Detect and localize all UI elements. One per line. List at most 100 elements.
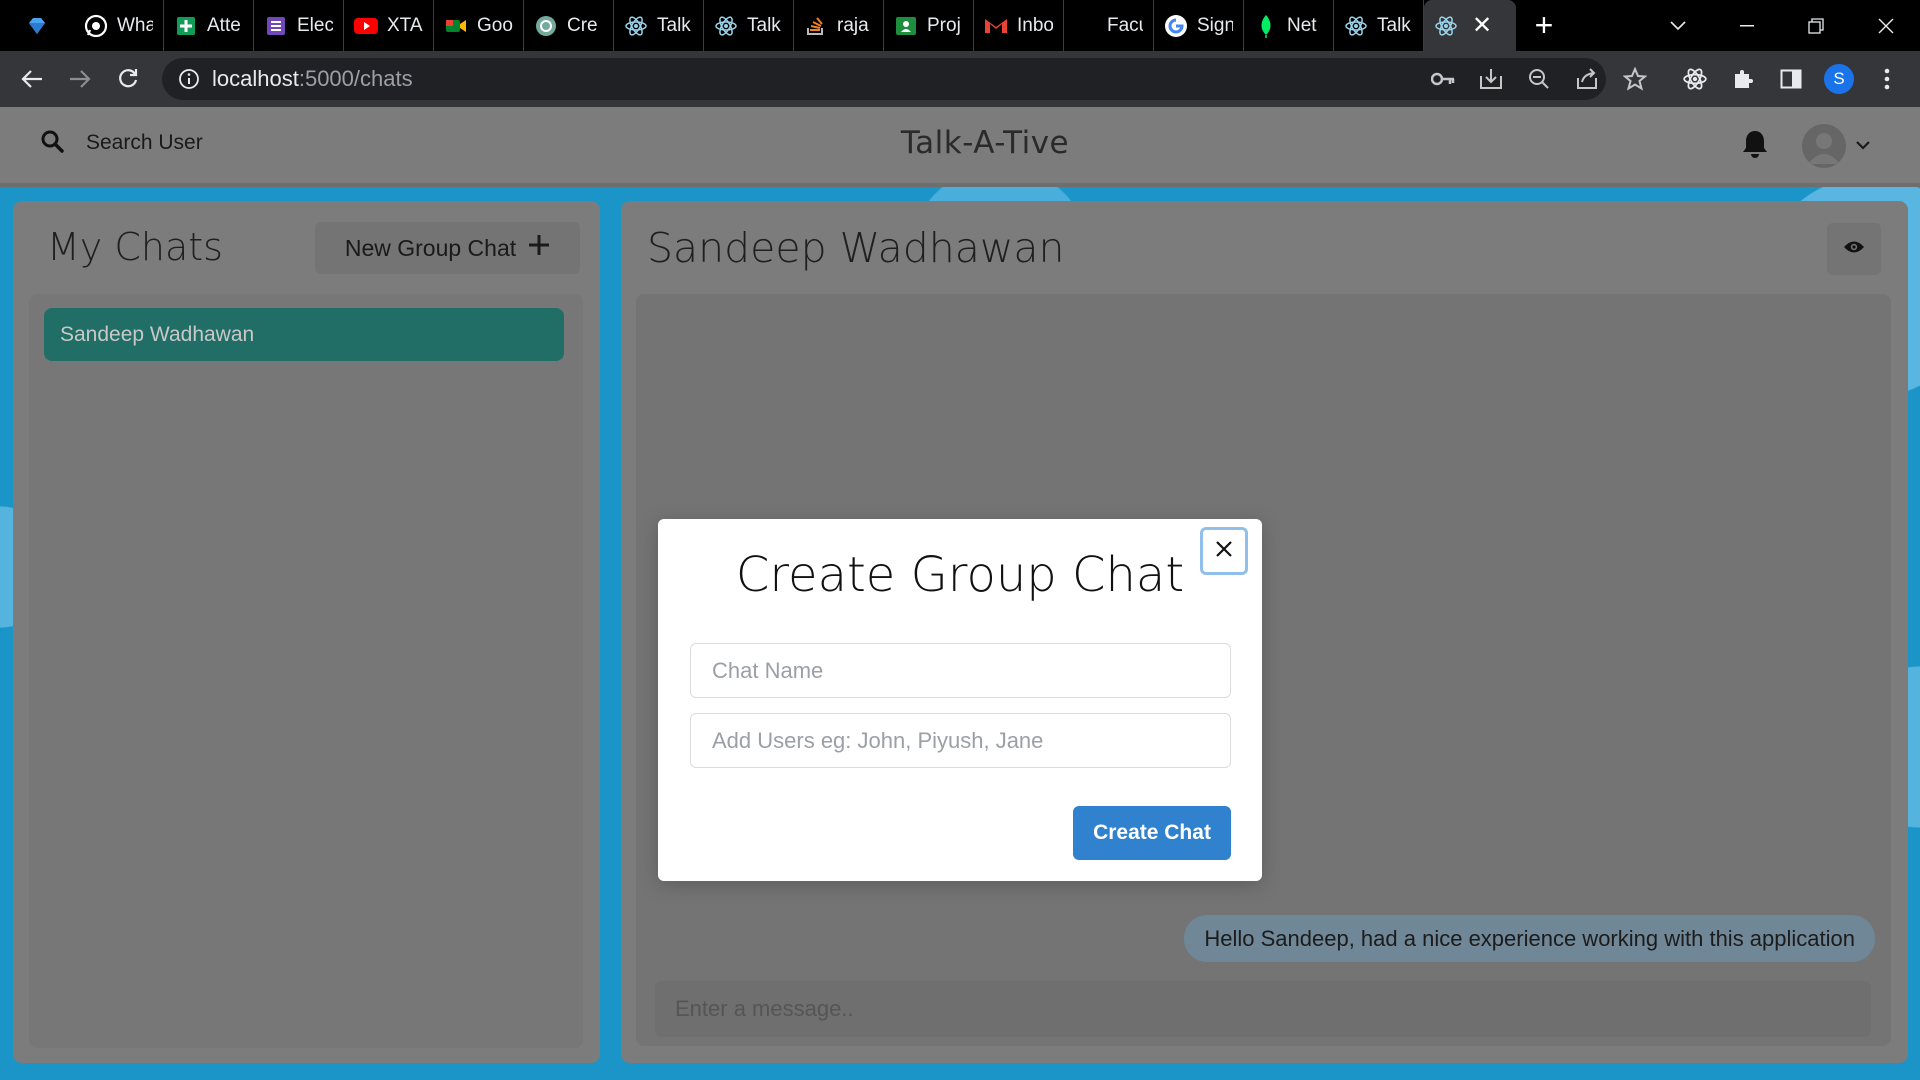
- my-chats-title: My Chats: [47, 225, 223, 269]
- browser-toolbar: localhost:5000/chats S: [0, 51, 1920, 107]
- chat-list: Sandeep Wadhawan: [29, 294, 583, 1048]
- browser-tab[interactable]: Talk: [614, 0, 704, 51]
- bookmark-star-icon[interactable]: [1619, 63, 1651, 95]
- tab-title: Talk: [1377, 14, 1411, 36]
- browser-tab[interactable]: raja: [794, 0, 884, 51]
- modal-close-button[interactable]: [1200, 527, 1248, 575]
- url-text: localhost:5000/chats: [212, 66, 413, 92]
- whatsapp-icon: [84, 14, 108, 38]
- browser-tab[interactable]: Atte: [164, 0, 254, 51]
- chat-list-item[interactable]: Sandeep Wadhawan: [44, 308, 564, 361]
- new-group-chat-label: New Group Chat: [344, 234, 517, 261]
- classroom-icon: [894, 14, 918, 38]
- avatar: [1802, 124, 1846, 168]
- reload-icon[interactable]: [108, 59, 148, 99]
- browser-tab[interactable]: Talk: [1334, 0, 1424, 51]
- view-profile-button[interactable]: [1827, 223, 1881, 275]
- add-users-input[interactable]: [690, 713, 1231, 768]
- browser-tab[interactable]: Inbo: [974, 0, 1064, 51]
- zoom-out-icon[interactable]: [1523, 63, 1555, 95]
- site-info-icon[interactable]: [178, 68, 200, 90]
- chat-title: Sandeep Wadhawan: [647, 224, 1065, 272]
- message-bubble: Hello Sandeep, had a nice experience wor…: [1184, 915, 1875, 962]
- active-browser-tab[interactable]: ✕: [1424, 0, 1516, 51]
- address-bar[interactable]: localhost:5000/chats: [162, 58, 1606, 100]
- tab-title: Wha: [117, 14, 153, 36]
- tab-title: Facu: [1107, 14, 1143, 36]
- tab-search-icon[interactable]: [1648, 0, 1708, 51]
- extensions-icon[interactable]: [1727, 63, 1759, 95]
- restore-icon[interactable]: [1786, 0, 1846, 51]
- forms-icon: [264, 14, 288, 38]
- install-icon[interactable]: [1475, 63, 1507, 95]
- sheets-icon: [174, 14, 198, 38]
- url-host: localhost: [212, 66, 299, 91]
- browser-tab[interactable]: Goo: [434, 0, 524, 51]
- create-chat-button[interactable]: Create Chat: [1073, 806, 1231, 860]
- browser-tab[interactable]: Proj: [884, 0, 974, 51]
- modal-title: Create Group Chat: [735, 547, 1185, 603]
- tab-title: Net: [1287, 14, 1317, 36]
- side-panel-icon[interactable]: [1775, 63, 1807, 95]
- tab-title: Goo: [477, 14, 513, 36]
- react-icon: [1344, 14, 1368, 38]
- gmail-icon: [984, 14, 1008, 38]
- tab-title: Inbo: [1017, 14, 1053, 36]
- browser-tab[interactable]: [0, 0, 74, 51]
- youtube-icon: [354, 14, 378, 38]
- url-path: :5000/chats: [298, 66, 413, 91]
- back-icon[interactable]: [12, 59, 52, 99]
- eye-icon: [1843, 240, 1865, 259]
- tab-title: Talk: [747, 14, 781, 36]
- tab-strip: Wha Atte Elec XTA Goo Cre Talk Talk raja…: [0, 0, 1920, 51]
- mongodb-icon: [1254, 14, 1278, 38]
- browser-tab[interactable]: XTA: [344, 0, 434, 51]
- close-icon: [1215, 540, 1233, 563]
- browser-tab[interactable]: Facu: [1064, 0, 1154, 51]
- blank-icon: [1074, 14, 1098, 38]
- close-tab-icon[interactable]: ✕: [1472, 11, 1492, 40]
- meet-icon: [444, 14, 468, 38]
- new-group-chat-button[interactable]: New Group Chat: [315, 222, 580, 274]
- key-icon[interactable]: [1427, 63, 1459, 95]
- minimize-icon[interactable]: [1717, 0, 1777, 51]
- my-chats-panel: My Chats New Group Chat Sandeep Wadhawan: [13, 201, 600, 1063]
- tab-title: raja: [837, 14, 869, 36]
- tab-title: Atte: [207, 14, 241, 36]
- profile-avatar[interactable]: S: [1823, 63, 1855, 95]
- browser-tab[interactable]: Net: [1244, 0, 1334, 51]
- forward-icon[interactable]: [60, 59, 100, 99]
- notification-bell-icon[interactable]: [1741, 129, 1771, 161]
- browser-tab[interactable]: Sign: [1154, 0, 1244, 51]
- tab-title: Proj: [927, 14, 961, 36]
- react-icon: [714, 14, 738, 38]
- chatgpt-icon: [534, 14, 558, 38]
- profile-menu-button[interactable]: [1802, 123, 1870, 169]
- plus-icon: [528, 234, 550, 262]
- react-icon: [1434, 14, 1458, 38]
- profile-initial: S: [1824, 64, 1854, 94]
- new-tab-button[interactable]: +: [1516, 0, 1572, 51]
- browser-tab[interactable]: Cre: [524, 0, 614, 51]
- tab-title: XTA: [387, 14, 423, 36]
- react-devtools-icon[interactable]: [1679, 63, 1711, 95]
- google-icon: [1164, 14, 1188, 38]
- react-icon: [624, 14, 648, 38]
- chevron-down-icon: [1856, 137, 1870, 155]
- chat-name-input[interactable]: [690, 643, 1231, 698]
- browser-tab[interactable]: Elec: [254, 0, 344, 51]
- tab-title: Talk: [657, 14, 691, 36]
- message-input[interactable]: Enter a message..: [655, 981, 1871, 1037]
- browser-tab[interactable]: Wha: [74, 0, 164, 51]
- close-window-icon[interactable]: [1856, 0, 1916, 51]
- share-icon[interactable]: [1571, 63, 1603, 95]
- tab-title: Sign: [1197, 14, 1233, 36]
- app-header: Search User Talk-A-Tive: [0, 107, 1920, 187]
- create-group-chat-modal: Create Group Chat Create Chat: [658, 519, 1262, 881]
- menu-kebab-icon[interactable]: [1871, 63, 1903, 95]
- app-page: Search User Talk-A-Tive My Chats New Gro…: [0, 107, 1920, 1080]
- browser-tab[interactable]: Talk: [704, 0, 794, 51]
- app-title: Talk-A-Tive: [900, 125, 1070, 161]
- diamond-icon: [25, 14, 49, 38]
- stackoverflow-icon: [804, 14, 828, 38]
